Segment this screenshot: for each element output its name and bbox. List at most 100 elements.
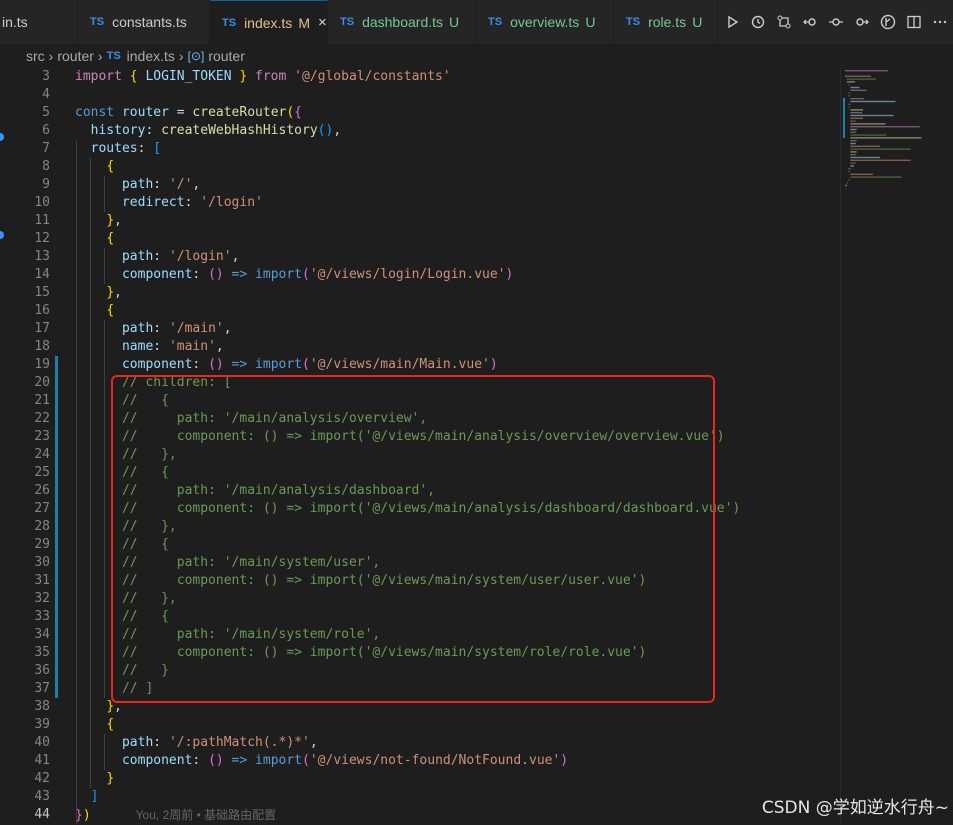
code-line[interactable]: 13 path: '/login', [0, 248, 840, 266]
code-text: { [75, 230, 114, 248]
compare-icon[interactable] [771, 9, 797, 35]
code-token: , [309, 735, 318, 750]
code-line[interactable]: 43 ] [0, 788, 840, 806]
code-line[interactable]: 9 path: '/', [0, 176, 840, 194]
more-icon[interactable] [927, 9, 953, 35]
line-number: 13 [34, 249, 50, 264]
minimap-line [846, 81, 855, 83]
run-icon[interactable] [719, 9, 745, 35]
breadcrumb-src[interactable]: src [26, 48, 45, 64]
code-line[interactable]: 17 path: '/main', [0, 320, 840, 338]
line-number: 24 [34, 447, 50, 462]
code-token: ) [82, 808, 91, 823]
minimap-line [850, 156, 881, 159]
indent-guide [104, 248, 105, 284]
minimap-line [848, 168, 851, 170]
symbol-variable-icon: [⊙] [187, 49, 205, 63]
line-number: 16 [34, 303, 50, 318]
code-line[interactable]: 19 component: () => import('@/views/main… [0, 356, 840, 374]
code-line[interactable]: 18 name: 'main', [0, 338, 840, 356]
minimap-line [850, 120, 856, 122]
tab-dashboard-ts[interactable]: TS dashboard.ts U [328, 0, 476, 44]
code-line[interactable]: 5 const router = createRouter({ [0, 104, 840, 122]
code-line[interactable]: 41 component: () => import('@/views/not-… [0, 752, 840, 770]
code-line[interactable]: 8 { [0, 158, 840, 176]
line-number: 14 [34, 267, 50, 282]
code-token: ( [302, 267, 310, 282]
history-icon[interactable] [745, 9, 771, 35]
tab-index-ts[interactable]: TS index.ts M × [210, 0, 328, 44]
minimap-line [850, 154, 856, 156]
git-status-badge: U [692, 14, 703, 30]
code-token: '/login' [168, 249, 232, 264]
commit-icon[interactable] [823, 9, 849, 35]
breadcrumb-symbol[interactable]: router [208, 48, 245, 64]
line-number: 40 [34, 735, 50, 750]
code-token: path [121, 177, 154, 192]
code-token: = [168, 105, 193, 120]
back-icon[interactable] [797, 9, 823, 35]
tab-role-ts[interactable]: TS role.ts U [614, 0, 718, 44]
git-graph-icon[interactable] [875, 9, 901, 35]
code-line[interactable]: 12 { [0, 230, 840, 248]
code-token: import [255, 267, 303, 282]
code-token: , [231, 249, 240, 264]
code-line[interactable]: 44}) You, 2周前 • 基础路由配置 [0, 806, 840, 824]
code-token: => [223, 357, 256, 372]
indent-guide [104, 734, 105, 770]
minimap-line [845, 75, 872, 77]
code-line[interactable]: 4 [0, 86, 840, 104]
code-token: } [106, 285, 115, 300]
code-line[interactable]: 11 }, [0, 212, 840, 230]
code-line[interactable]: 7 routes: [ [0, 140, 840, 158]
breadcrumb-file[interactable]: index.ts [127, 48, 175, 64]
tab-in-ts[interactable]: in.ts [0, 0, 78, 44]
breadcrumb-router[interactable]: router [57, 48, 94, 64]
line-number: 25 [34, 465, 50, 480]
line-number: 26 [34, 483, 50, 498]
line-number: 32 [34, 591, 50, 606]
tab-label: role.ts [648, 14, 687, 30]
line-number: 18 [34, 339, 50, 354]
chevron-right-icon: › [97, 48, 103, 64]
line-number: 33 [34, 609, 50, 624]
code-line[interactable]: 40 path: '/:pathMatch(.*)*', [0, 734, 840, 752]
code-token: redirect [121, 195, 185, 210]
code-line[interactable]: 10 redirect: '/login' [0, 194, 840, 212]
code-line[interactable]: 15 }, [0, 284, 840, 302]
code-line[interactable]: 16 { [0, 302, 840, 320]
line-number: 31 [34, 573, 50, 588]
code-line[interactable]: 14 component: () => import('@/views/logi… [0, 266, 840, 284]
tab-overview-ts[interactable]: TS overview.ts U [476, 0, 614, 44]
code-token: () [317, 123, 334, 138]
typescript-icon: TS [340, 16, 355, 28]
code-text: import { LOGIN_TOKEN } from '@/global/co… [75, 68, 451, 86]
code-token: : [153, 735, 169, 750]
close-icon[interactable]: × [318, 14, 327, 31]
code-token: '/' [168, 177, 193, 192]
minimap[interactable] [843, 68, 939, 198]
code-text: { [75, 716, 114, 734]
code-token: import [75, 69, 130, 84]
code-line[interactable]: 3 import { LOGIN_TOKEN } from '@/global/c… [0, 68, 840, 86]
scrollbar[interactable] [840, 68, 841, 824]
minimap-line [850, 162, 856, 164]
minimap-line [848, 84, 850, 86]
git-status-badge: U [449, 14, 460, 30]
minimap-line [850, 123, 886, 125]
line-number: 44 [34, 807, 50, 822]
code-token: [ [153, 141, 162, 156]
split-icon[interactable] [901, 9, 927, 35]
annotation-box [111, 375, 715, 703]
forward-icon[interactable] [849, 9, 875, 35]
code-line[interactable]: 39 { [0, 716, 840, 734]
line-number: 11 [34, 213, 50, 228]
tab-constants-ts[interactable]: TS constants.ts [78, 0, 210, 44]
code-line[interactable]: 6 history: createWebHashHistory(), [0, 122, 840, 140]
indent-guide [90, 158, 91, 788]
code-token: ) [505, 267, 514, 282]
code-line[interactable]: 42 } [0, 770, 840, 788]
